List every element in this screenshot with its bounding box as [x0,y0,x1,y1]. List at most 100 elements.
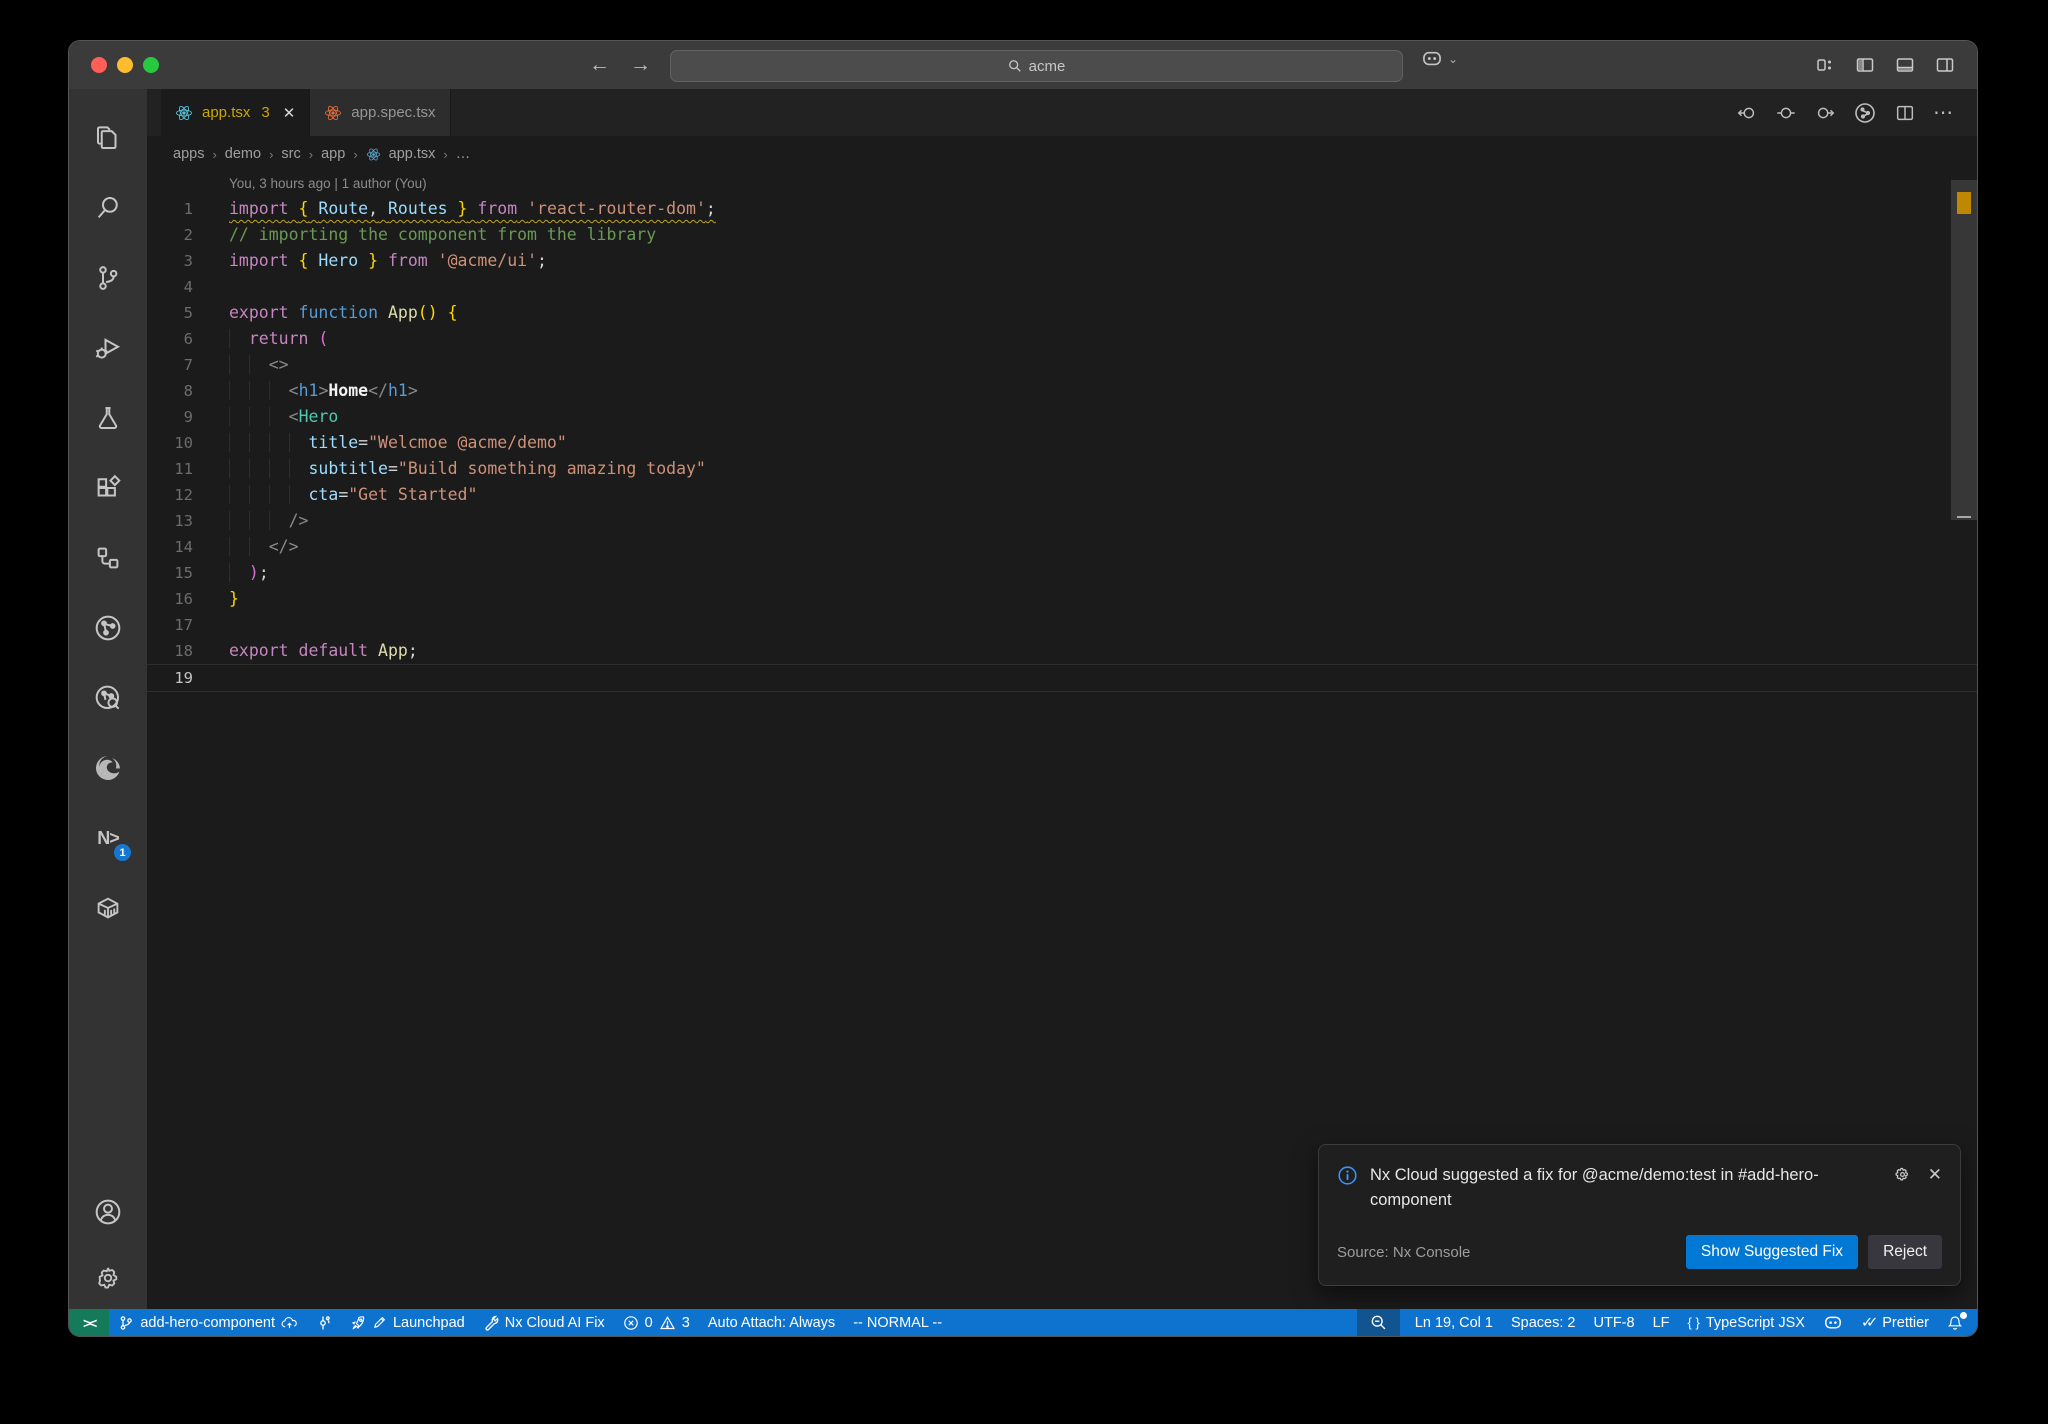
split-editor-icon[interactable] [1894,102,1916,124]
notifications-bell-item[interactable] [1938,1309,1977,1336]
tab-close-icon[interactable]: ✕ [283,104,296,122]
extensions-icon[interactable] [69,453,147,523]
code-line[interactable]: 5 export function App() { [147,300,1977,326]
minimize-window-button[interactable] [117,57,133,73]
edge-devtools-icon[interactable] [69,733,147,803]
encoding-item[interactable]: UTF-8 [1585,1309,1644,1336]
line-number[interactable]: 17 [147,612,229,638]
testing-icon[interactable] [69,383,147,453]
code-line[interactable]: 6 return ( [147,326,1977,352]
code-line[interactable]: 2// importing the component from the lib… [147,222,1977,248]
close-window-button[interactable] [91,57,107,73]
code-line[interactable]: 8 <h1>Home</h1> [147,378,1977,404]
line-number[interactable]: 6 [147,326,229,352]
search-sidebar-icon[interactable] [69,173,147,243]
breadcrumb-item[interactable]: apps [173,146,204,162]
line-number[interactable]: 15 [147,560,229,586]
run-debug-icon[interactable] [69,313,147,383]
project-graph-icon[interactable] [69,523,147,593]
show-suggested-fix-button[interactable]: Show Suggested Fix [1685,1235,1859,1269]
nav-back-editor-icon[interactable] [1736,102,1758,124]
maximize-window-button[interactable] [143,57,159,73]
code-line[interactable]: 9 <Hero [147,404,1977,430]
code-editor[interactable]: You, 3 hours ago | 1 author (You) 1 impor… [147,172,1977,1309]
tab-app-tsx[interactable]: app.tsx 3 ✕ [161,89,311,136]
code-line[interactable]: 11 subtitle="Build something amazing tod… [147,456,1977,482]
commits-item[interactable] [307,1309,341,1336]
source-control-icon[interactable] [69,243,147,313]
line-number[interactable]: 2 [147,222,229,248]
reject-button[interactable]: Reject [1868,1235,1942,1269]
explorer-icon[interactable] [69,103,147,173]
tab-app-spec-tsx[interactable]: app.spec.tsx [310,89,451,136]
notification-settings-gear-icon[interactable] [1893,1165,1912,1184]
line-number[interactable]: 19 [147,665,229,691]
zoom-indicator[interactable] [1356,1309,1400,1336]
code-line[interactable]: 18 export default App; [147,638,1977,664]
copilot-menu[interactable]: ⌄ [1421,50,1458,68]
copilot-status-item[interactable] [1814,1309,1852,1336]
toggle-secondary-sidebar-icon[interactable] [1935,55,1955,75]
line-number[interactable]: 5 [147,300,229,326]
nx-cloud-fix-item[interactable]: Nx Cloud AI Fix [474,1309,614,1336]
line-number[interactable]: 1 [147,196,229,222]
launchpad-item[interactable]: Launchpad [341,1309,474,1336]
indentation-item[interactable]: Spaces: 2 [1502,1309,1585,1336]
run-circle-icon[interactable] [1853,101,1877,125]
line-number[interactable]: 18 [147,638,229,664]
code-line[interactable]: 19 [147,664,1977,692]
remote-indicator[interactable]: >< [69,1309,110,1336]
code-line[interactable]: 10 title="Welcmoe @acme/demo" [147,430,1977,456]
line-number[interactable]: 11 [147,456,229,482]
code-line[interactable]: 7 <> [147,352,1977,378]
code-line[interactable]: 13 /> [147,508,1977,534]
git-search-circle-icon[interactable] [69,663,147,733]
notification-close-icon[interactable]: ✕ [1928,1165,1942,1185]
code-line[interactable]: 14 </> [147,534,1977,560]
cursor-position-item[interactable]: Ln 19, Col 1 [1406,1309,1502,1336]
code-line[interactable]: 15 ); [147,560,1977,586]
nav-forward-editor-icon[interactable] [1814,102,1836,124]
command-center-search[interactable]: acme [670,50,1403,82]
settings-gear-icon[interactable] [69,1247,147,1309]
line-number[interactable]: 13 [147,508,229,534]
breadcrumb-item[interactable]: src [281,146,300,162]
line-number[interactable]: 7 [147,352,229,378]
line-number[interactable]: 16 [147,586,229,612]
line-number[interactable]: 14 [147,534,229,560]
accounts-icon[interactable] [69,1177,147,1247]
toggle-primary-sidebar-icon[interactable] [1855,55,1875,75]
code-line[interactable]: 17 [147,612,1977,638]
breadcrumb-item[interactable]: … [456,146,471,162]
line-number[interactable]: 4 [147,274,229,300]
package-icon[interactable] [69,873,147,943]
toggle-panel-icon[interactable] [1895,55,1915,75]
code-line[interactable]: 3 import { Hero } from '@acme/ui'; [147,248,1977,274]
breadcrumb-item[interactable]: app [321,146,345,162]
line-number[interactable]: 12 [147,482,229,508]
line-number[interactable]: 3 [147,248,229,274]
git-branch-item[interactable]: add-hero-component [109,1309,307,1336]
line-number[interactable]: 8 [147,378,229,404]
git-graph-circle-icon[interactable] [69,593,147,663]
code-line[interactable]: 16} [147,586,1977,612]
line-number[interactable]: 9 [147,404,229,430]
more-actions-icon[interactable]: ⋯ [1933,100,1955,125]
eol-item[interactable]: LF [1644,1309,1679,1336]
nav-back-button[interactable]: ← [589,53,610,77]
line-number[interactable]: 10 [147,430,229,456]
auto-attach-item[interactable]: Auto Attach: Always [699,1309,844,1336]
prettier-item[interactable]: ✓✓ Prettier [1852,1309,1938,1336]
nx-console-icon[interactable]: N> 1 [69,803,147,873]
customize-layout-icon[interactable] [1815,55,1835,75]
language-mode-item[interactable]: { } TypeScript JSX [1679,1309,1814,1336]
nav-forward-button[interactable]: → [630,53,651,77]
nav-dot-icon[interactable] [1775,102,1797,124]
vim-mode-item[interactable]: -- NORMAL -- [844,1309,951,1336]
code-line[interactable]: 1 import { Route, Routes } from 'react-ro… [147,196,1977,222]
breadcrumb-item[interactable]: demo [225,146,261,162]
problems-item[interactable]: 0 3 [614,1309,699,1336]
code-line[interactable]: 12 cta="Get Started" [147,482,1977,508]
code-line[interactable]: 4 [147,274,1977,300]
breadcrumb-item[interactable]: app.tsx [389,146,436,162]
